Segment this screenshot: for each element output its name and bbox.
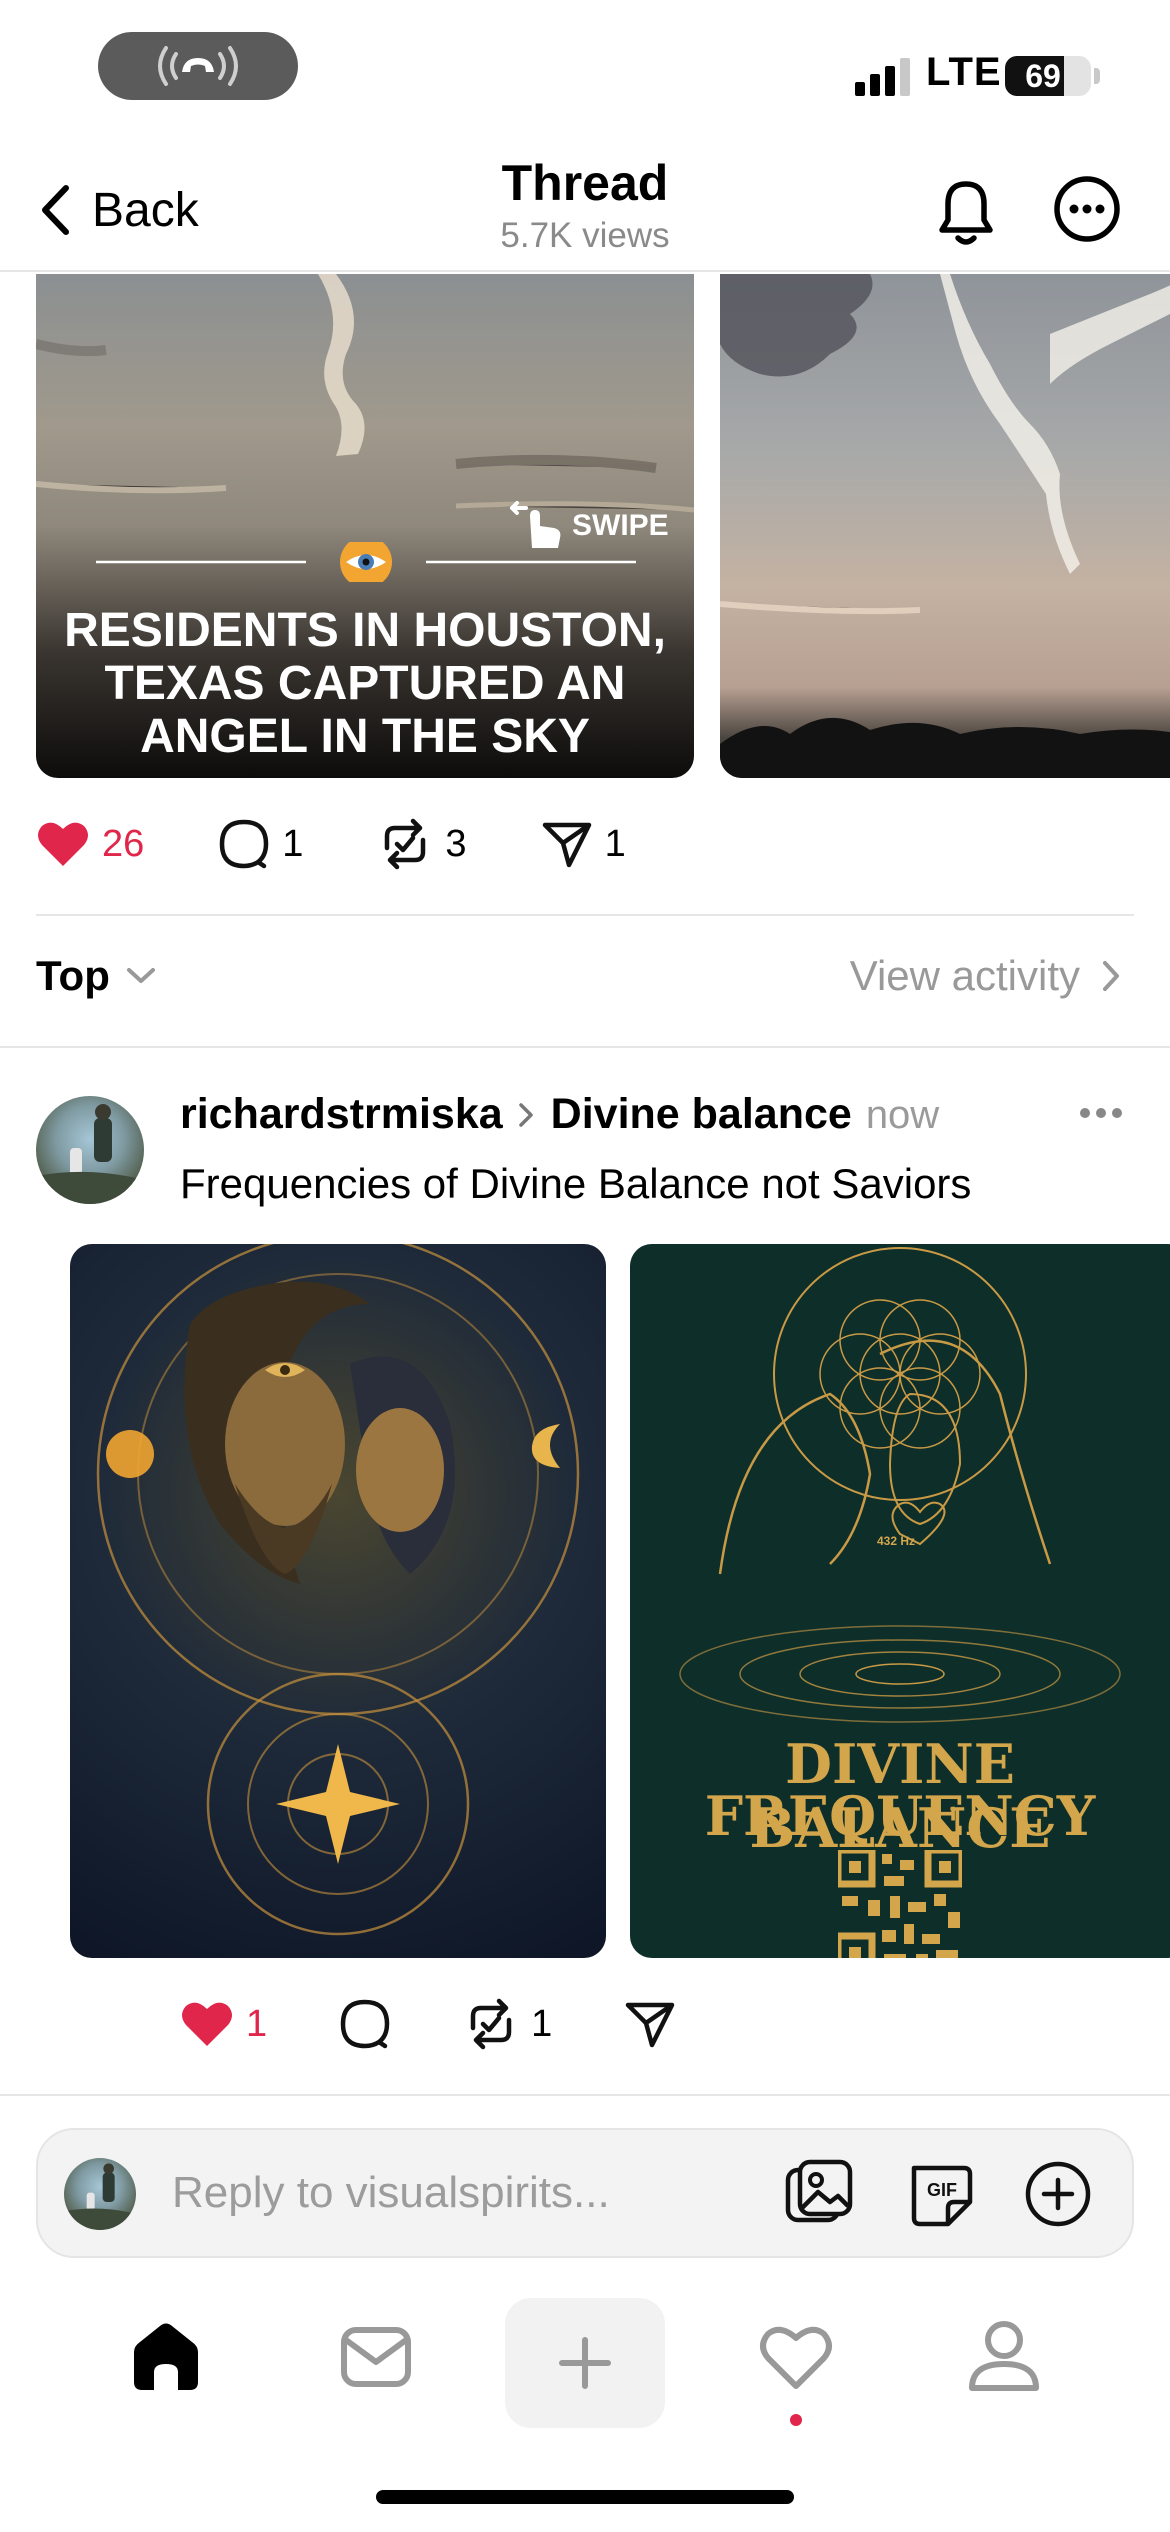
heart-icon bbox=[182, 2002, 232, 2046]
battery-cap bbox=[1094, 68, 1100, 84]
share-count: 1 bbox=[604, 822, 626, 865]
comment-count: 1 bbox=[282, 822, 304, 865]
tab-activity[interactable] bbox=[758, 2318, 834, 2426]
divider bbox=[0, 2094, 1170, 2096]
inbox-icon bbox=[341, 2327, 411, 2387]
gif-icon: GIF bbox=[911, 2165, 973, 2227]
add-photo-button[interactable] bbox=[784, 2158, 856, 2230]
view-activity-link[interactable]: View activity bbox=[850, 952, 1120, 1000]
media-carousel[interactable]: SWIPE RESIDENTS IN HOUSTON, TEXAS CAPTUR… bbox=[0, 274, 1170, 778]
activity-dot bbox=[790, 2414, 802, 2426]
battery-indicator: 69 bbox=[1005, 56, 1091, 96]
back-label: Back bbox=[92, 183, 199, 237]
composer-add-button[interactable] bbox=[1022, 2158, 1094, 2230]
divider bbox=[36, 914, 1134, 916]
signal-icon bbox=[855, 58, 910, 96]
home-icon bbox=[134, 2323, 198, 2390]
add-gif-button[interactable]: GIF bbox=[904, 2158, 976, 2230]
headline-divider bbox=[96, 542, 636, 582]
reply-like-button[interactable]: 1 bbox=[180, 1999, 267, 2049]
post-action-row: 26 1 3 1 bbox=[36, 818, 626, 870]
gif-label: GIF bbox=[927, 2180, 957, 2200]
repost-button[interactable]: 3 bbox=[377, 818, 467, 870]
composer-avatar bbox=[64, 2158, 136, 2230]
network-label: LTE bbox=[926, 50, 1002, 94]
frequency-title-line2: FREQUENCY bbox=[704, 1784, 1096, 1848]
heart-icon bbox=[38, 822, 88, 866]
tab-profile[interactable] bbox=[966, 2318, 1042, 2399]
comment-icon bbox=[340, 1999, 390, 2049]
share-button[interactable]: 1 bbox=[541, 819, 626, 869]
sky-photo-art bbox=[720, 274, 1170, 778]
reply-action-row: 1 1 bbox=[180, 1998, 676, 2050]
tab-home[interactable] bbox=[128, 2318, 204, 2399]
reply-input[interactable] bbox=[172, 2168, 752, 2218]
back-button[interactable]: Back bbox=[40, 180, 199, 240]
page-title: Thread bbox=[501, 155, 669, 211]
activity-heart-icon bbox=[760, 2326, 832, 2389]
profile-icon bbox=[969, 2321, 1039, 2391]
post-timestamp: now bbox=[865, 1093, 940, 1137]
comment-icon bbox=[220, 819, 269, 869]
chevron-down-icon bbox=[126, 968, 155, 983]
reply-header: richardstrmiska Divine balance now bbox=[180, 1090, 939, 1139]
more-icon bbox=[1054, 176, 1120, 242]
repost-icon bbox=[470, 1998, 512, 2050]
sort-label: Top bbox=[36, 952, 110, 999]
eye-emoji-icon bbox=[340, 542, 392, 582]
notifications-button[interactable] bbox=[930, 172, 1002, 252]
avatar-photo bbox=[36, 1104, 144, 1204]
status-bar: LTE 69 bbox=[0, 0, 1170, 140]
post-topic-tag[interactable]: Divine balance bbox=[551, 1090, 852, 1139]
avatar[interactable] bbox=[36, 1096, 144, 1204]
active-call-pill[interactable] bbox=[98, 32, 298, 100]
post-username[interactable]: richardstrmiska bbox=[180, 1090, 503, 1139]
tab-compose[interactable] bbox=[505, 2298, 665, 2428]
reply-image-divine-frequency[interactable]: 432 Hz DIVINE BALANCE FREQUENCY bbox=[630, 1244, 1170, 1958]
tab-inbox[interactable] bbox=[338, 2318, 414, 2399]
qr-code-graphic bbox=[838, 1850, 962, 1958]
home-indicator bbox=[376, 2490, 794, 2504]
avatar-photo bbox=[64, 2163, 136, 2230]
reply-comment-button[interactable] bbox=[339, 1998, 391, 2050]
hz-label: 432 Hz bbox=[877, 1534, 916, 1548]
plus-circle-icon bbox=[1025, 2161, 1091, 2227]
view-activity-label: View activity bbox=[849, 952, 1080, 999]
share-icon bbox=[626, 2002, 675, 2048]
reply-share-button[interactable] bbox=[624, 1999, 676, 2049]
like-count: 26 bbox=[102, 822, 145, 865]
sort-dropdown[interactable]: Top bbox=[36, 952, 156, 1000]
post-more-icon[interactable] bbox=[1078, 1106, 1124, 1120]
reply-composer: GIF bbox=[36, 2128, 1134, 2258]
view-count: 5.7K views bbox=[500, 216, 670, 255]
phone-call-icon bbox=[158, 46, 238, 86]
share-icon bbox=[542, 822, 591, 868]
divider bbox=[0, 1046, 1170, 1048]
nav-header: Back Thread 5.7K views bbox=[0, 140, 1170, 272]
reply-like-count: 1 bbox=[246, 2002, 268, 2045]
comment-button[interactable]: 1 bbox=[218, 818, 303, 870]
plus-icon bbox=[559, 2337, 611, 2389]
chevron-right-icon bbox=[1103, 961, 1119, 991]
divine-couple-art bbox=[96, 1244, 580, 1936]
chevron-right-icon bbox=[518, 1102, 533, 1127]
photo-icon bbox=[785, 2159, 853, 2223]
media-headline: RESIDENTS IN HOUSTON, TEXAS CAPTURED AN … bbox=[64, 604, 666, 763]
reply-repost-button[interactable]: 1 bbox=[463, 1998, 552, 2050]
media-image-sky-photo[interactable] bbox=[720, 274, 1170, 778]
repost-icon bbox=[385, 818, 426, 870]
like-button[interactable]: 26 bbox=[36, 819, 144, 869]
reply-image-divine-couple[interactable] bbox=[70, 1244, 606, 1958]
battery-percent: 69 bbox=[1025, 58, 1061, 94]
reply-repost-count: 1 bbox=[531, 2002, 553, 2045]
media-image-angel-caption[interactable]: SWIPE RESIDENTS IN HOUSTON, TEXAS CAPTUR… bbox=[36, 274, 694, 778]
repost-count: 3 bbox=[445, 822, 467, 865]
back-chevron-icon bbox=[42, 185, 69, 235]
thread-more-button[interactable] bbox=[1052, 174, 1122, 244]
swipe-label: SWIPE bbox=[572, 509, 669, 542]
bell-icon bbox=[939, 181, 993, 245]
post-text: Frequencies of Divine Balance not Savior… bbox=[180, 1160, 972, 1207]
